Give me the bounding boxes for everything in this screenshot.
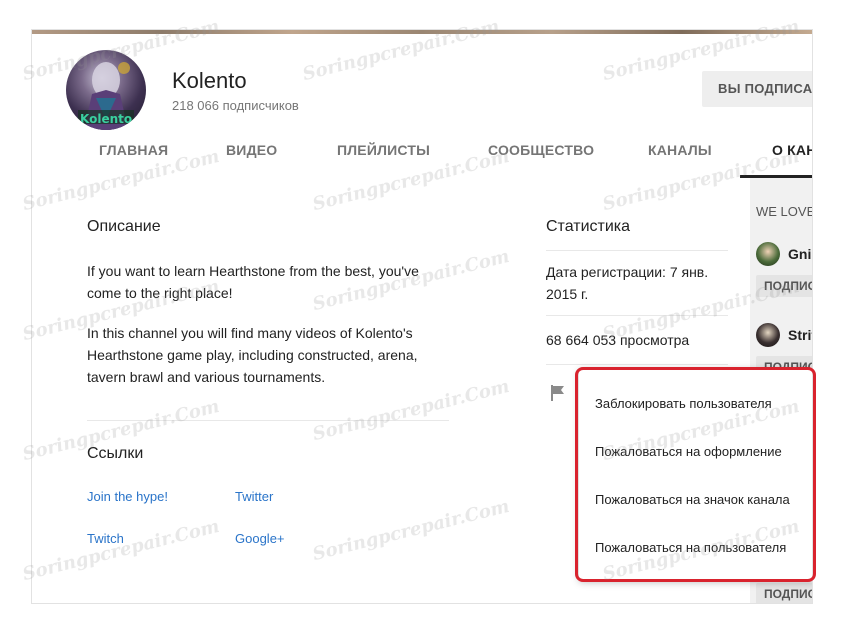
channel-name-gnim[interactable]: Gnim (788, 246, 812, 262)
link-twitter[interactable]: Twitter (235, 489, 273, 504)
channel-avatar-strif[interactable] (756, 323, 780, 347)
tab-about[interactable]: О КАНАЛЕ (772, 142, 812, 158)
link-join-the-hype[interactable]: Join the hype! (87, 489, 168, 504)
channel-avatar-gnim[interactable] (756, 242, 780, 266)
description-paragraph-1: If you want to learn Hearthstone from th… (87, 263, 419, 301)
channel-name-strif[interactable]: Strif (788, 327, 812, 343)
stats-divider (546, 364, 728, 365)
tab-community[interactable]: СООБЩЕСТВО (488, 142, 594, 158)
subscribe-button[interactable]: ПОДПИСАТЬСЯ (756, 583, 812, 603)
tab-home[interactable]: ГЛАВНАЯ (99, 142, 168, 158)
channel-header: Kolento Kolento 218 066 подписчиков ВЫ П… (32, 34, 812, 178)
view-count: 68 664 053 просмотра (546, 332, 690, 348)
stats-divider (546, 250, 728, 251)
subscribed-button[interactable]: ВЫ ПОДПИСАНЫ (702, 71, 812, 107)
section-divider (87, 420, 449, 421)
channel-name: Kolento (172, 68, 247, 93)
avatar-art: Kolento (78, 62, 134, 130)
flag-icon[interactable] (550, 384, 566, 402)
channel-avatar[interactable]: Kolento (66, 50, 146, 130)
registration-date: Дата регистрации: 7 янв. 2015 г. (546, 264, 709, 302)
description-title: Описание (87, 218, 161, 235)
link-twitch[interactable]: Twitch (87, 531, 124, 546)
tab-channels[interactable]: КАНАЛЫ (648, 142, 712, 158)
description-paragraph-2: In this channel you will find many video… (87, 325, 418, 385)
featured-channels-title: WE LOVE (756, 204, 812, 219)
highlight-frame (575, 367, 816, 582)
stats-divider (546, 315, 728, 316)
tab-playlists[interactable]: ПЛЕЙЛИСТЫ (337, 142, 430, 158)
subscriber-count: 218 066 подписчиков (172, 98, 299, 113)
subscribe-button-gnim[interactable]: ПОДПИСАТЬСЯ (756, 275, 812, 297)
links-title: Ссылки (87, 445, 144, 462)
tab-videos[interactable]: ВИДЕО (226, 142, 277, 158)
svg-text:Kolento: Kolento (80, 112, 132, 126)
stats-title: Статистика (546, 218, 631, 235)
link-google-plus[interactable]: Google+ (235, 531, 285, 546)
